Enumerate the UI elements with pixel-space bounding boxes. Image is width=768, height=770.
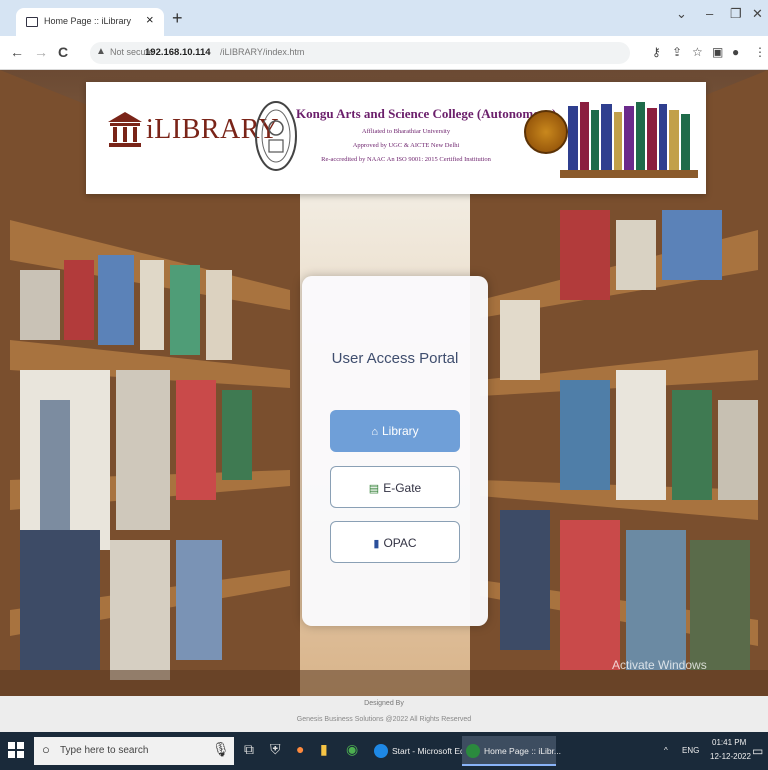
sidebar-icon[interactable]: ▣ bbox=[712, 45, 723, 59]
home-icon: ⌂ bbox=[371, 426, 378, 438]
library-button-label: Library bbox=[381, 424, 419, 438]
browser-toolbar: ← → C ▲ Not secure 192.168.10.114 /iLIBR… bbox=[0, 36, 768, 70]
access-portal-card: User Access Portal ⌂ Library ▤ E-Gate ▮ OPA… bbox=[302, 276, 488, 626]
browser-tab-strip: Home Page :: iLibrary × + ⌄ – ❐ ✕ bbox=[0, 0, 768, 36]
taskbar-search-placeholder: Type here to search bbox=[60, 745, 149, 756]
id-card-icon: ▤ bbox=[368, 483, 380, 495]
tab-title: Home Page :: iLibrary bbox=[44, 16, 132, 26]
reload-icon[interactable]: C bbox=[58, 44, 68, 60]
accreditation-text: Re-accredited by NAAC An ISO 9001: 2015 … bbox=[321, 156, 491, 163]
books-illustration-icon bbox=[560, 102, 698, 178]
opac-button-label: OPAC bbox=[383, 536, 417, 550]
chrome-app-icon bbox=[466, 744, 480, 758]
opac-button[interactable]: ▮ OPAC bbox=[330, 521, 460, 563]
header-banner: iLIBRARY Kongu Arts and Science College … bbox=[86, 82, 706, 194]
college-crest-icon bbox=[255, 101, 297, 171]
close-window-icon[interactable]: ✕ bbox=[752, 6, 763, 22]
screen: Home Page :: iLibrary × + ⌄ – ❐ ✕ ← → C … bbox=[0, 0, 768, 770]
restore-icon[interactable]: ❐ bbox=[730, 6, 742, 22]
windows-start-icon[interactable] bbox=[8, 742, 24, 758]
key-icon[interactable]: ⚷ bbox=[652, 45, 661, 59]
taskbar-app-edge-label: Start - Microsoft Ed bbox=[392, 746, 465, 756]
activate-windows-watermark: Activate Windows bbox=[612, 658, 707, 672]
notifications-icon[interactable]: ▭ bbox=[752, 744, 763, 758]
share-icon[interactable]: ⇪ bbox=[672, 45, 682, 59]
approval-text: Approved by UGC & AICTE New Delhi bbox=[352, 142, 460, 149]
browser-tab[interactable]: Home Page :: iLibrary × bbox=[16, 8, 164, 36]
warning-icon: ▲ bbox=[96, 46, 106, 57]
edge-icon bbox=[374, 744, 388, 758]
designed-by-label: Designed By bbox=[364, 700, 404, 707]
file-explorer-icon[interactable]: ▮ bbox=[320, 741, 328, 758]
egate-button[interactable]: ▤ E-Gate bbox=[330, 466, 460, 508]
footer-credit: Genesis Business Solutions @2022 All Rig… bbox=[296, 716, 472, 723]
library-building-icon bbox=[108, 112, 142, 147]
task-view-icon[interactable]: ⧉ bbox=[244, 741, 254, 758]
back-icon[interactable]: ← bbox=[10, 44, 24, 60]
microphone-icon[interactable]: 🎙 bbox=[212, 741, 230, 758]
forward-icon[interactable]: → bbox=[34, 44, 48, 60]
star-icon[interactable]: ☆ bbox=[692, 45, 703, 59]
tab-close-icon[interactable]: × bbox=[146, 12, 154, 27]
library-button[interactable]: ⌂ Library bbox=[330, 410, 460, 452]
new-tab-icon[interactable]: + bbox=[172, 8, 183, 29]
window-chevron-icon[interactable]: ⌄ bbox=[676, 6, 687, 22]
shield-icon[interactable]: ⛨ bbox=[270, 741, 281, 758]
chrome-icon[interactable]: ◉ bbox=[346, 741, 358, 758]
egate-button-label: E-Gate bbox=[383, 481, 422, 495]
clock-date[interactable]: 12-12-2022 bbox=[710, 752, 751, 761]
taskbar-search[interactable]: ○ Type here to search bbox=[34, 737, 234, 765]
search-icon: ○ bbox=[42, 742, 50, 757]
book-icon: ▮ bbox=[373, 538, 380, 550]
college-name: Kongu Arts and Science College (Autonomo… bbox=[296, 106, 557, 121]
page-favicon-icon bbox=[26, 17, 38, 27]
tray-chevron-icon[interactable]: ^ bbox=[664, 746, 668, 755]
menu-icon[interactable]: ⋮ bbox=[754, 45, 766, 59]
language-indicator[interactable]: ENG bbox=[682, 746, 699, 755]
windows-taskbar: ○ Type here to search 🎙 ⧉ ⛨ ● ▮ ◉ Start … bbox=[0, 732, 768, 770]
taskbar-app-chrome[interactable]: Home Page :: iLibr... bbox=[462, 736, 561, 766]
taskbar-app-chrome-label: Home Page :: iLibr... bbox=[484, 746, 562, 756]
firefox-icon[interactable]: ● bbox=[296, 741, 304, 757]
clock-time[interactable]: 01:41 PM bbox=[712, 738, 746, 747]
profile-icon[interactable]: ● bbox=[732, 45, 739, 59]
page-viewport: iLIBRARY Kongu Arts and Science College … bbox=[0, 70, 768, 696]
address-host: 192.168.10.114 bbox=[145, 47, 211, 58]
portal-heading: User Access Portal bbox=[331, 350, 459, 367]
address-path: /iLIBRARY/index.htm bbox=[220, 47, 305, 57]
address-bar[interactable]: ▲ Not secure 192.168.10.114 /iLIBRARY/in… bbox=[90, 42, 630, 64]
taskbar-app-edge[interactable]: Start - Microsoft Ed bbox=[370, 736, 465, 766]
page-footer: Designed By Genesis Business Solutions @… bbox=[0, 696, 768, 732]
minimize-icon[interactable]: – bbox=[706, 6, 713, 21]
affiliation-text: Affliated to Bharathiar University bbox=[361, 128, 451, 135]
